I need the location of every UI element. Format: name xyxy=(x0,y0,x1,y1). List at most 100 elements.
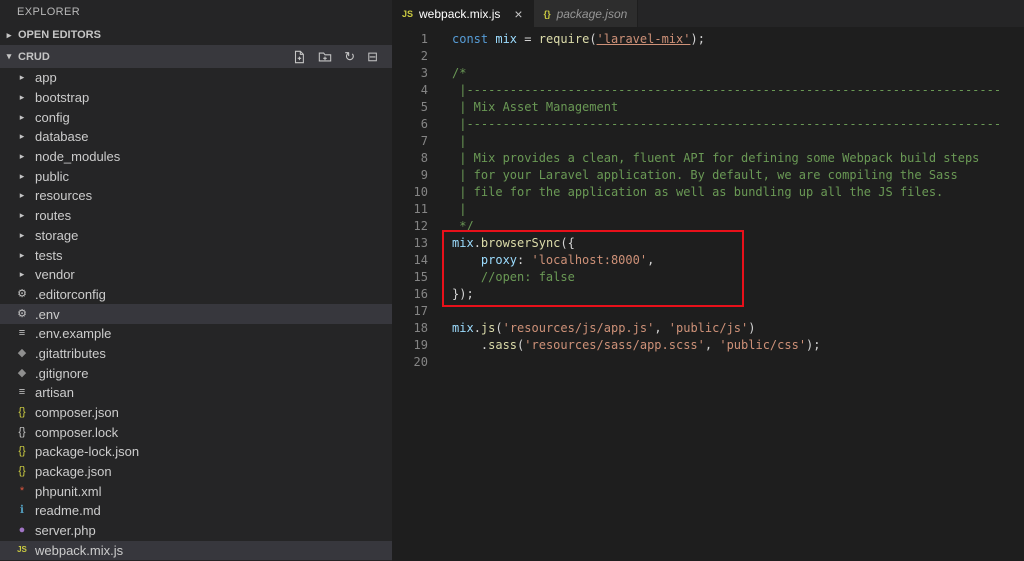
open-editors-header[interactable]: ▸ OPEN EDITORS xyxy=(0,25,392,45)
code-line-16: 16}); xyxy=(392,286,1024,303)
file-item-package-lock.json[interactable]: {} package-lock.json xyxy=(0,442,392,462)
code-text: mix.js('resources/js/app.js', 'public/js… xyxy=(452,321,756,335)
line-number: 3 xyxy=(420,66,428,80)
tab-label: webpack.mix.js xyxy=(419,6,501,21)
line-number: 15 xyxy=(413,270,428,284)
tree-item-label: routes xyxy=(35,208,72,224)
file-item-artisan[interactable]: ≡ artisan xyxy=(0,383,392,403)
file-item-.gitignore[interactable]: ◆ .gitignore xyxy=(0,363,392,383)
folder-item-vendor[interactable]: ▸ vendor xyxy=(0,265,392,285)
open-editors-label: OPEN EDITORS xyxy=(18,29,101,41)
line-number: 14 xyxy=(413,253,428,267)
code-text: | for your Laravel application. By defau… xyxy=(452,168,958,182)
chevron-right-icon: ▸ xyxy=(19,151,25,162)
code-text: | Mix provides a clean, fluent API for d… xyxy=(452,151,980,165)
code-line-15: 15 //open: false xyxy=(392,269,1024,286)
folder-item-node_modules[interactable]: ▸ node_modules xyxy=(0,147,392,167)
vscode-window: EXPLORER ▸ OPEN EDITORS ▾ CRUD ↻ ⊟ ▸ app ▸… xyxy=(0,0,1024,561)
code-line-6: 6 |-------------------------------------… xyxy=(392,116,1024,133)
file-item-server.php[interactable]: ● server.php xyxy=(0,521,392,541)
line-number: 11 xyxy=(413,202,428,216)
file-tree: ▸ app ▸ bootstrap ▸ config ▸ database ▸ node_modu… xyxy=(0,68,392,561)
json-braces-icon: {} xyxy=(18,465,26,478)
tree-item-label: .env.example xyxy=(35,326,112,342)
close-icon[interactable]: × xyxy=(514,7,522,21)
code-text: //open: false xyxy=(480,270,575,284)
tree-item-label: composer.lock xyxy=(35,424,119,440)
settings-list-icon: ≡ xyxy=(18,327,26,340)
json-braces-icon: {} xyxy=(18,445,26,458)
code-line-17: 17 xyxy=(392,303,1024,320)
file-item-.env[interactable]: ⚙ .env xyxy=(0,304,392,324)
refresh-icon[interactable]: ↻ xyxy=(344,50,355,63)
folder-item-config[interactable]: ▸ config xyxy=(0,107,392,127)
tree-item-label: .editorconfig xyxy=(35,286,106,302)
folder-section-label: CRUD xyxy=(18,50,50,63)
code-line-3: 3 /* xyxy=(392,65,1024,82)
file-item-readme.md[interactable]: ℹ readme.md xyxy=(0,501,392,521)
code-editor[interactable]: 1 const mix = require('laravel-mix'); 2 3 /*… xyxy=(392,27,1024,561)
folder-section-header[interactable]: ▾ CRUD ↻ ⊟ xyxy=(0,45,392,68)
tree-item-label: app xyxy=(35,70,57,86)
js-icon: JS xyxy=(17,545,27,555)
code-line-7: 7 | xyxy=(392,133,1024,150)
file-item-package.json[interactable]: {} package.json xyxy=(0,462,392,482)
chevron-right-icon: ▸ xyxy=(19,190,25,201)
code-text: mix.browserSync({ xyxy=(452,236,575,250)
code-lines: 1 const mix = require('laravel-mix'); 2 3 /*… xyxy=(392,31,1024,371)
tab-package.json[interactable]: {} package.json xyxy=(533,0,639,27)
info-icon: ℹ xyxy=(19,504,25,517)
tree-item-label: package-lock.json xyxy=(35,444,140,460)
folder-item-routes[interactable]: ▸ routes xyxy=(0,206,392,226)
folder-item-database[interactable]: ▸ database xyxy=(0,127,392,147)
line-number: 5 xyxy=(420,100,428,114)
tree-item-label: artisan xyxy=(35,385,75,401)
chevron-right-icon: ▸ xyxy=(19,92,25,103)
chevron-right-icon: ▸ xyxy=(19,269,25,280)
file-item-composer.lock[interactable]: {} composer.lock xyxy=(0,422,392,442)
file-item-webpack.mix.js[interactable]: JS webpack.mix.js xyxy=(0,540,392,561)
file-item-phpunit.xml[interactable]: * phpunit.xml xyxy=(0,481,392,501)
json-braces-icon: {} xyxy=(18,425,26,438)
folder-item-public[interactable]: ▸ public xyxy=(0,166,392,186)
tree-item-label: phpunit.xml xyxy=(35,483,102,499)
tree-item-label: .gitignore xyxy=(35,365,89,381)
tree-item-label: server.php xyxy=(35,523,96,539)
git-icon: ◆ xyxy=(17,366,27,379)
code-line-9: 9 | for your Laravel application. By def… xyxy=(392,167,1024,184)
file-item-.editorconfig[interactable]: ⚙ .editorconfig xyxy=(0,285,392,305)
code-text: | file for the application as well as bu… xyxy=(452,185,944,199)
chevron-right-icon: ▸ xyxy=(19,210,25,221)
js-icon: JS xyxy=(402,8,414,19)
folder-item-resources[interactable]: ▸ resources xyxy=(0,186,392,206)
tree-item-label: readme.md xyxy=(35,503,101,519)
explorer-actions: ↻ ⊟ xyxy=(292,50,392,64)
file-item-.gitattributes[interactable]: ◆ .gitattributes xyxy=(0,344,392,364)
chevron-right-icon: ▸ xyxy=(19,111,25,122)
line-number: 20 xyxy=(413,355,428,369)
folder-item-storage[interactable]: ▸ storage xyxy=(0,226,392,246)
folder-item-bootstrap[interactable]: ▸ bootstrap xyxy=(0,88,392,108)
chevron-right-icon: ▸ xyxy=(6,29,12,40)
json-braces-icon: {} xyxy=(18,406,26,419)
collapse-folders-icon[interactable]: ⊟ xyxy=(367,50,378,63)
code-line-12: 12 */ xyxy=(392,218,1024,235)
new-file-icon[interactable] xyxy=(292,50,306,64)
tab-webpack.mix.js[interactable]: JS webpack.mix.js × xyxy=(392,0,534,27)
line-number: 4 xyxy=(420,83,428,97)
code-text: |---------------------------------------… xyxy=(452,83,1002,97)
new-folder-icon[interactable] xyxy=(318,50,332,64)
chevron-right-icon: ▸ xyxy=(19,249,25,260)
folder-item-tests[interactable]: ▸ tests xyxy=(0,245,392,265)
folder-item-app[interactable]: ▸ app xyxy=(0,68,392,88)
line-number: 9 xyxy=(420,168,428,182)
line-number: 18 xyxy=(413,321,428,335)
tree-item-label: webpack.mix.js xyxy=(35,542,124,558)
file-item-.env.example[interactable]: ≡ .env.example xyxy=(0,324,392,344)
tree-item-label: resources xyxy=(35,188,93,204)
code-line-11: 11 | xyxy=(392,201,1024,218)
file-item-composer.json[interactable]: {} composer.json xyxy=(0,403,392,423)
